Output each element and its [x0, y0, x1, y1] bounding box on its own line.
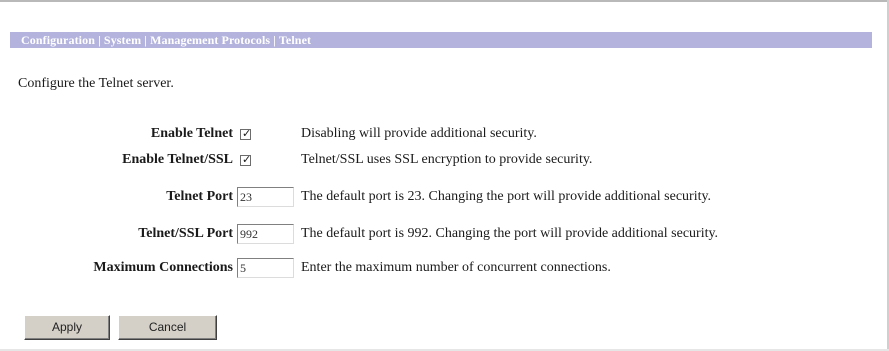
cancel-button[interactable]: Cancel [118, 315, 217, 340]
maximum-connections-description: Enter the maximum number of concurrent c… [301, 260, 611, 275]
breadcrumb: Configuration | System | Management Prot… [21, 33, 312, 47]
enable-telnet-ssl-label: Enable Telnet/SSL [122, 152, 233, 167]
enable-telnet-ssl-checkbox[interactable]: ✓ [240, 153, 252, 166]
telnet-port-description: The default port is 23. Changing the por… [301, 189, 712, 204]
check-icon: ✓ [242, 127, 252, 140]
enable-telnet-description: Disabling will provide additional securi… [301, 126, 537, 141]
apply-button[interactable]: Apply [24, 315, 110, 340]
telnet-port-label: Telnet Port [166, 189, 233, 204]
telnet-ssl-port-description: The default port is 992. Changing the po… [301, 226, 719, 241]
maximum-connections-input[interactable]: 5 [237, 258, 294, 278]
form-row-enable-telnet: Enable Telnet ✓ Disabling will provide a… [0, 124, 889, 146]
form-row-telnet-port: Telnet Port 23 The default port is 23. C… [0, 187, 889, 209]
form-row-enable-telnet-ssl: Enable Telnet/SSL ✓ Telnet/SSL uses SSL … [0, 150, 889, 172]
page-frame-top [0, 0, 889, 2]
form-row-telnet-ssl-port: Telnet/SSL Port 992 The default port is … [0, 224, 889, 246]
enable-telnet-checkbox[interactable]: ✓ [240, 127, 252, 140]
telnet-ssl-port-label: Telnet/SSL Port [138, 226, 233, 241]
telnet-ssl-port-input[interactable]: 992 [237, 224, 294, 244]
form-row-maximum-connections: Maximum Connections 5 Enter the maximum … [0, 258, 889, 280]
intro-text: Configure the Telnet server. [18, 76, 174, 91]
maximum-connections-label: Maximum Connections [93, 260, 233, 275]
enable-telnet-label: Enable Telnet [150, 126, 233, 141]
check-icon: ✓ [242, 153, 252, 166]
telnet-port-input[interactable]: 23 [237, 187, 294, 207]
breadcrumb-bar: Configuration | System | Management Prot… [10, 32, 872, 48]
enable-telnet-ssl-description: Telnet/SSL uses SSL encryption to provid… [301, 152, 593, 167]
